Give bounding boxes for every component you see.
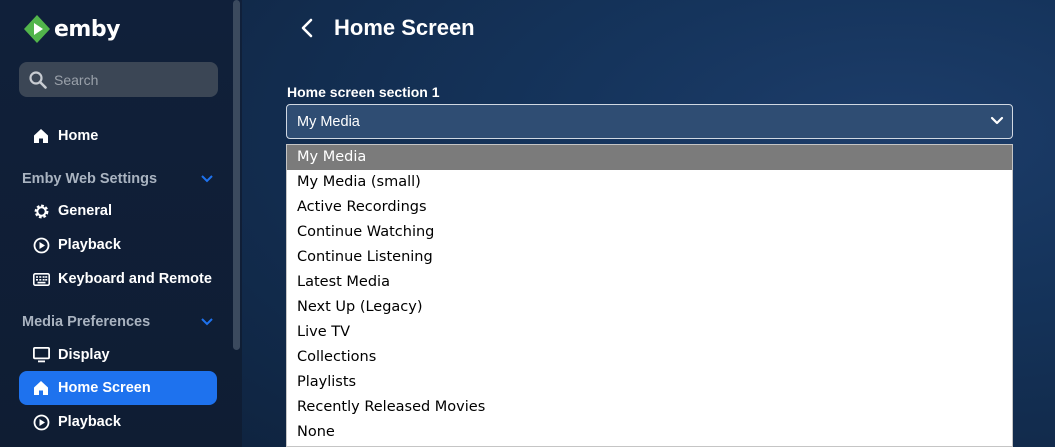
sidebar-item-label: Playback (58, 237, 121, 253)
gear-icon (32, 202, 50, 220)
emby-logo-icon (24, 15, 50, 43)
home-icon (32, 379, 50, 397)
section-options-dropdown: My Media My Media (small) Active Recordi… (286, 144, 1013, 447)
dropdown-option[interactable]: Collections (287, 345, 1012, 370)
section-title: Media Preferences (22, 314, 151, 330)
sidebar-item-playback[interactable]: Playback (19, 228, 217, 262)
search-icon (29, 70, 47, 89)
home-icon (32, 127, 50, 145)
dropdown-option[interactable]: Continue Watching (287, 220, 1012, 245)
dropdown-option[interactable]: Active Recordings (287, 195, 1012, 220)
select-value: My Media (297, 113, 360, 130)
dropdown-option[interactable]: Recently Released Movies (287, 395, 1012, 420)
sidebar-item-general[interactable]: General (19, 194, 217, 228)
dropdown-option[interactable]: My Media (287, 145, 1012, 170)
play-circle-icon (32, 413, 50, 431)
chevron-down-icon (201, 318, 213, 326)
sidebar-item-home[interactable]: Home (19, 119, 217, 153)
dropdown-option[interactable]: Live TV (287, 320, 1012, 345)
sidebar: emby Home Emby Web Settings General (0, 0, 242, 447)
search-box[interactable] (19, 62, 218, 97)
monitor-icon (32, 346, 50, 364)
dropdown-option[interactable]: None (287, 420, 1012, 445)
sidebar-item-display[interactable]: Display (19, 338, 217, 372)
dropdown-option[interactable]: Playlists (287, 370, 1012, 395)
home-screen-section-1-label: Home screen section 1 (287, 84, 440, 100)
page-title: Home Screen (334, 15, 475, 40)
section-header-media-preferences[interactable]: Media Preferences (22, 311, 218, 333)
play-circle-icon (32, 236, 50, 254)
dropdown-option[interactable]: My Media (small) (287, 170, 1012, 195)
sidebar-scrollbar[interactable] (233, 0, 240, 350)
keyboard-icon (32, 270, 50, 288)
sidebar-item-label: Home (58, 128, 99, 144)
logo-text: emby (54, 16, 120, 42)
sidebar-item-label: Home Screen (58, 380, 151, 396)
chevron-down-icon (990, 116, 1004, 125)
back-button[interactable] (297, 16, 319, 40)
chevron-down-icon (201, 175, 213, 183)
home-screen-section-1-select[interactable]: My Media (286, 104, 1013, 139)
sidebar-item-keyboard-and-remote[interactable]: Keyboard and Remote (19, 262, 217, 296)
chevron-left-icon (301, 18, 313, 38)
sidebar-item-label: Playback (58, 414, 121, 430)
section-header-emby-web-settings[interactable]: Emby Web Settings (22, 168, 218, 190)
dropdown-option[interactable]: Latest Media (287, 270, 1012, 295)
sidebar-item-label: Keyboard and Remote (58, 271, 212, 287)
dropdown-option[interactable]: Continue Listening (287, 245, 1012, 270)
sidebar-item-label: Display (58, 347, 110, 363)
sidebar-item-label: General (58, 203, 112, 219)
section-title: Emby Web Settings (22, 171, 158, 187)
search-input[interactable] (54, 71, 204, 88)
dropdown-option[interactable]: Next Up (Legacy) (287, 295, 1012, 320)
sidebar-item-home-screen[interactable]: Home Screen (19, 371, 217, 405)
emby-logo[interactable]: emby (24, 14, 120, 44)
sidebar-item-media-playback[interactable]: Playback (19, 405, 217, 439)
